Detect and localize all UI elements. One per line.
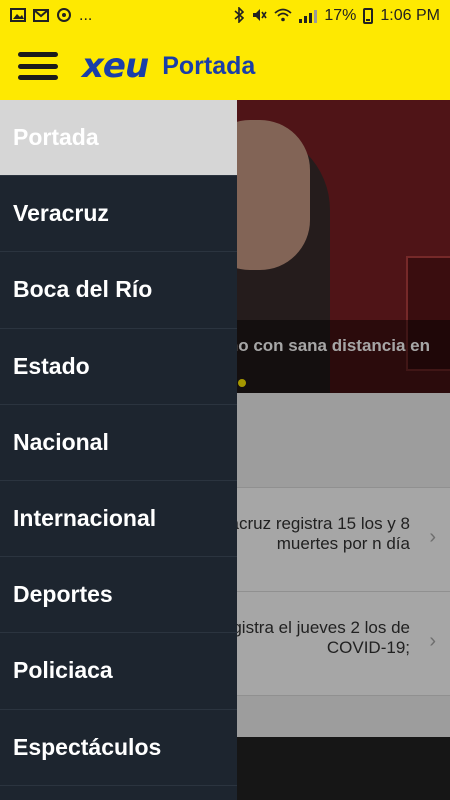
drawer-item-portada[interactable]: Portada [0, 100, 237, 177]
app-bar: xeu Portada [0, 32, 450, 100]
drawer-item-internacional[interactable]: Internacional [0, 481, 237, 558]
signal-icon [299, 9, 318, 23]
battery-icon [363, 8, 374, 24]
drawer-item-label: Espectáculos [13, 733, 162, 760]
drawer-item-nacional[interactable]: Nacional [0, 405, 237, 481]
drawer-item-policiaca[interactable]: Policiaca [0, 633, 237, 710]
sync-icon [56, 7, 72, 25]
drawer-item-label: Policiaca [13, 657, 113, 684]
drawer-item-veracruz[interactable]: Veracruz [0, 176, 237, 253]
drawer-item-label: Boca del Río [13, 276, 153, 303]
drawer-item-label: Portada [13, 124, 99, 151]
clock: 1:06 PM [380, 7, 440, 24]
drawer-item-label: Veracruz [13, 200, 109, 227]
bluetooth-icon [234, 6, 245, 25]
status-bar: ... 17% 1:06 PM [0, 0, 450, 32]
drawer-item-espectaculos[interactable]: Espectáculos [0, 710, 237, 786]
drawer-item-estado[interactable]: Estado [0, 329, 237, 405]
status-right: 17% 1:06 PM [234, 6, 440, 25]
wifi-icon [274, 8, 292, 24]
navigation-drawer: Portada Veracruz Boca del Río Estado Nac… [0, 100, 237, 800]
drawer-item-deportes[interactable]: Deportes [0, 557, 237, 634]
drawer-item-label: Internacional [13, 505, 157, 532]
drawer-item-boca-del-rio[interactable]: Boca del Río [0, 252, 237, 329]
page-title: Portada [162, 51, 256, 80]
xeu-logo[interactable]: xeu [82, 46, 149, 86]
menu-icon[interactable] [18, 52, 58, 80]
drawer-item-label: Deportes [13, 581, 113, 608]
mute-icon [251, 7, 268, 25]
drawer-item-label: Estado [13, 352, 90, 379]
drawer-item-label: Nacional [13, 428, 109, 455]
more-notifications: ... [79, 7, 93, 24]
gmail-icon [33, 8, 49, 24]
status-left: ... [10, 7, 92, 25]
battery-percent: 17% [324, 7, 357, 24]
image-icon [10, 8, 26, 24]
